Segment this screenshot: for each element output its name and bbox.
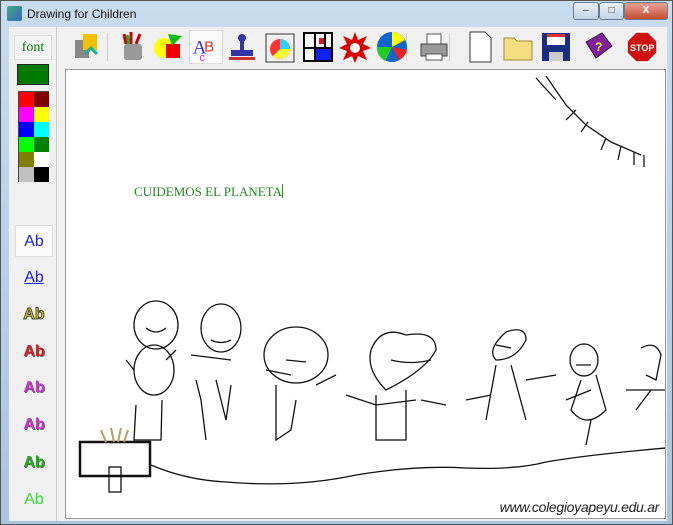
help-button[interactable]: ? <box>582 30 616 64</box>
font-button[interactable]: font <box>14 35 52 60</box>
picture-icon <box>265 33 295 63</box>
open-button[interactable] <box>501 30 535 64</box>
minimize-button[interactable]: – <box>573 2 599 20</box>
left-panel: font Ab Ab Ab Ab Ab Ab Ab Ab <box>9 27 57 521</box>
recycle-icon <box>75 34 99 58</box>
shapes-icon <box>154 34 182 58</box>
explosion-icon <box>339 32 371 63</box>
color-palette <box>18 91 49 182</box>
explosion-button[interactable] <box>338 30 372 64</box>
palette-color[interactable] <box>34 152 49 167</box>
text-style-outline[interactable]: Ab <box>15 299 53 331</box>
palette-color[interactable] <box>19 92 34 107</box>
stamp-icon <box>229 34 255 60</box>
palette-color[interactable] <box>19 137 34 152</box>
svg-text:STOP: STOP <box>630 43 654 53</box>
palette-color[interactable] <box>19 122 34 137</box>
current-color-swatch <box>17 64 49 85</box>
svg-text:c: c <box>199 52 205 64</box>
spiral-button[interactable] <box>375 30 409 64</box>
svg-text:B: B <box>204 39 214 56</box>
new-button[interactable] <box>463 30 497 64</box>
palette-color[interactable] <box>34 122 49 137</box>
text-button[interactable]: ABc <box>189 30 223 64</box>
app-icon <box>7 6 22 21</box>
svg-text:?: ? <box>595 40 602 54</box>
pencils-button[interactable] <box>116 30 150 64</box>
stop-icon: STOP <box>626 31 658 63</box>
palette-color[interactable] <box>19 167 34 182</box>
canvas-text[interactable]: CUIDEMOS EL PLANETA <box>134 184 283 200</box>
text-style-underline[interactable]: Ab <box>15 262 53 294</box>
clear-recycle-button[interactable] <box>69 30 103 64</box>
palette-color[interactable] <box>34 107 49 122</box>
palette-color[interactable] <box>19 107 34 122</box>
text-style-shadow[interactable]: Ab <box>15 372 53 404</box>
text-caret <box>281 184 283 198</box>
toolbar-separator <box>107 33 108 61</box>
palette-color[interactable] <box>34 92 49 107</box>
title-bar: Drawing for Children – □ X <box>1 1 672 27</box>
printer-icon <box>420 33 448 61</box>
app-window: Drawing for Children – □ X font Ab Ab Ab Ab… <box>0 0 673 525</box>
drawing-strokes <box>78 75 665 493</box>
shapes-button[interactable] <box>152 30 186 64</box>
text-style-shadow[interactable]: Ab <box>15 336 53 368</box>
box-doodle <box>78 440 152 478</box>
spiral-icon <box>376 32 407 62</box>
client-area: font Ab Ab Ab Ab Ab Ab Ab Ab A Bc? STOP CUIDEMOS … <box>9 27 667 521</box>
ground-line <box>150 447 665 485</box>
print-button[interactable] <box>417 30 451 64</box>
pencil-cup-icon <box>122 32 142 60</box>
children-doodle <box>125 300 665 446</box>
watermark: www.colegioyapeyu.edu.ar <box>499 499 660 515</box>
text-style-plain[interactable]: Ab <box>15 225 53 257</box>
save-button[interactable] <box>539 30 573 64</box>
toolbar: A Bc? STOP <box>61 27 667 67</box>
help-book-icon: ? <box>585 32 613 59</box>
window-title: Drawing for Children <box>27 7 137 21</box>
folder-icon <box>503 37 533 61</box>
sun-doodle <box>535 75 645 167</box>
palette-color[interactable] <box>34 137 49 152</box>
text-style-shadow-dark[interactable]: Ab <box>15 447 53 479</box>
mondrian-icon <box>303 32 333 62</box>
palette-color[interactable] <box>34 167 49 182</box>
close-button[interactable]: X <box>624 2 668 20</box>
floppy-icon <box>542 33 570 61</box>
stamp-button[interactable] <box>225 30 259 64</box>
drawing-canvas[interactable]: CUIDEMOS EL PLANETA www.colegioyapeyu.ed… <box>65 69 666 519</box>
text-ab-icon: ABc <box>193 38 214 64</box>
mondrian-button[interactable] <box>301 30 335 64</box>
new-page-icon <box>469 31 492 63</box>
palette-color[interactable] <box>19 152 34 167</box>
maximize-button[interactable]: □ <box>599 2 624 20</box>
picture-button[interactable] <box>263 30 297 64</box>
text-style-plain[interactable]: Ab <box>15 484 53 516</box>
exit-button[interactable]: STOP <box>625 30 659 64</box>
text-style-shadow-light[interactable]: Ab <box>15 409 53 441</box>
